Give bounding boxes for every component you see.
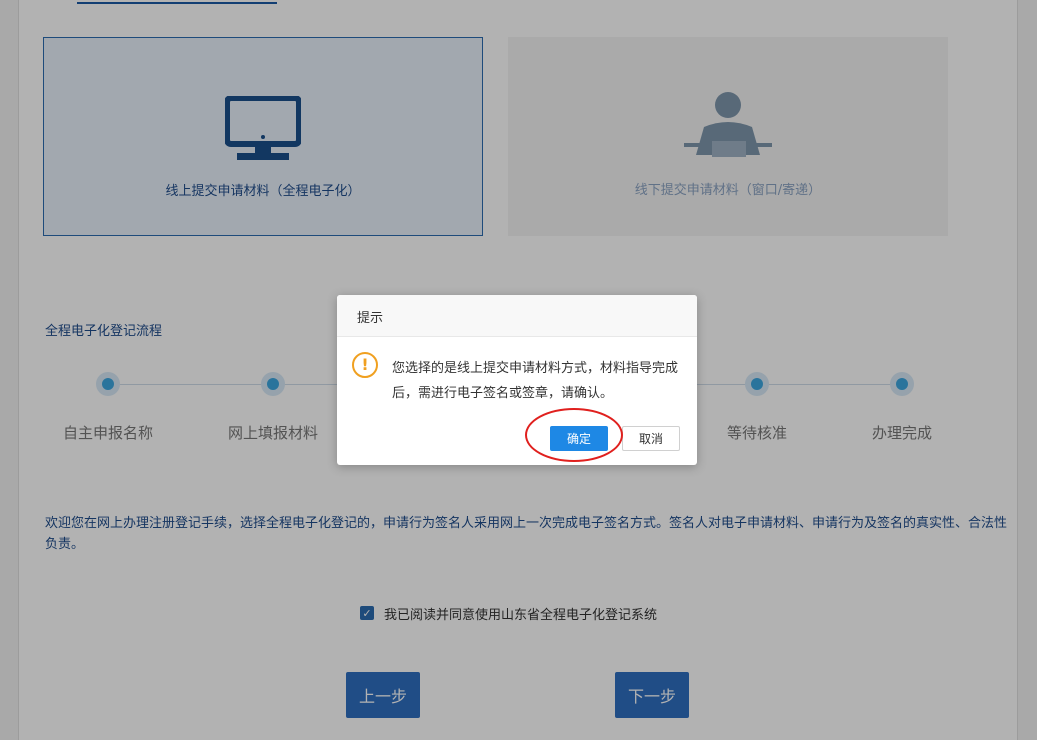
warning-icon: !: [352, 352, 378, 378]
dialog-header: 提示: [337, 295, 697, 337]
dialog-message: 您选择的是线上提交申请材料方式，材料指导完成后，需进行电子签名或签章，请确认。: [392, 361, 679, 401]
confirm-dialog: 提示 ! 您选择的是线上提交申请材料方式，材料指导完成后，需进行电子签名或签章，…: [337, 295, 697, 465]
dialog-title: 提示: [357, 311, 384, 326]
annotation-highlight-circle: [525, 408, 623, 462]
cancel-button[interactable]: 取消: [622, 426, 680, 451]
